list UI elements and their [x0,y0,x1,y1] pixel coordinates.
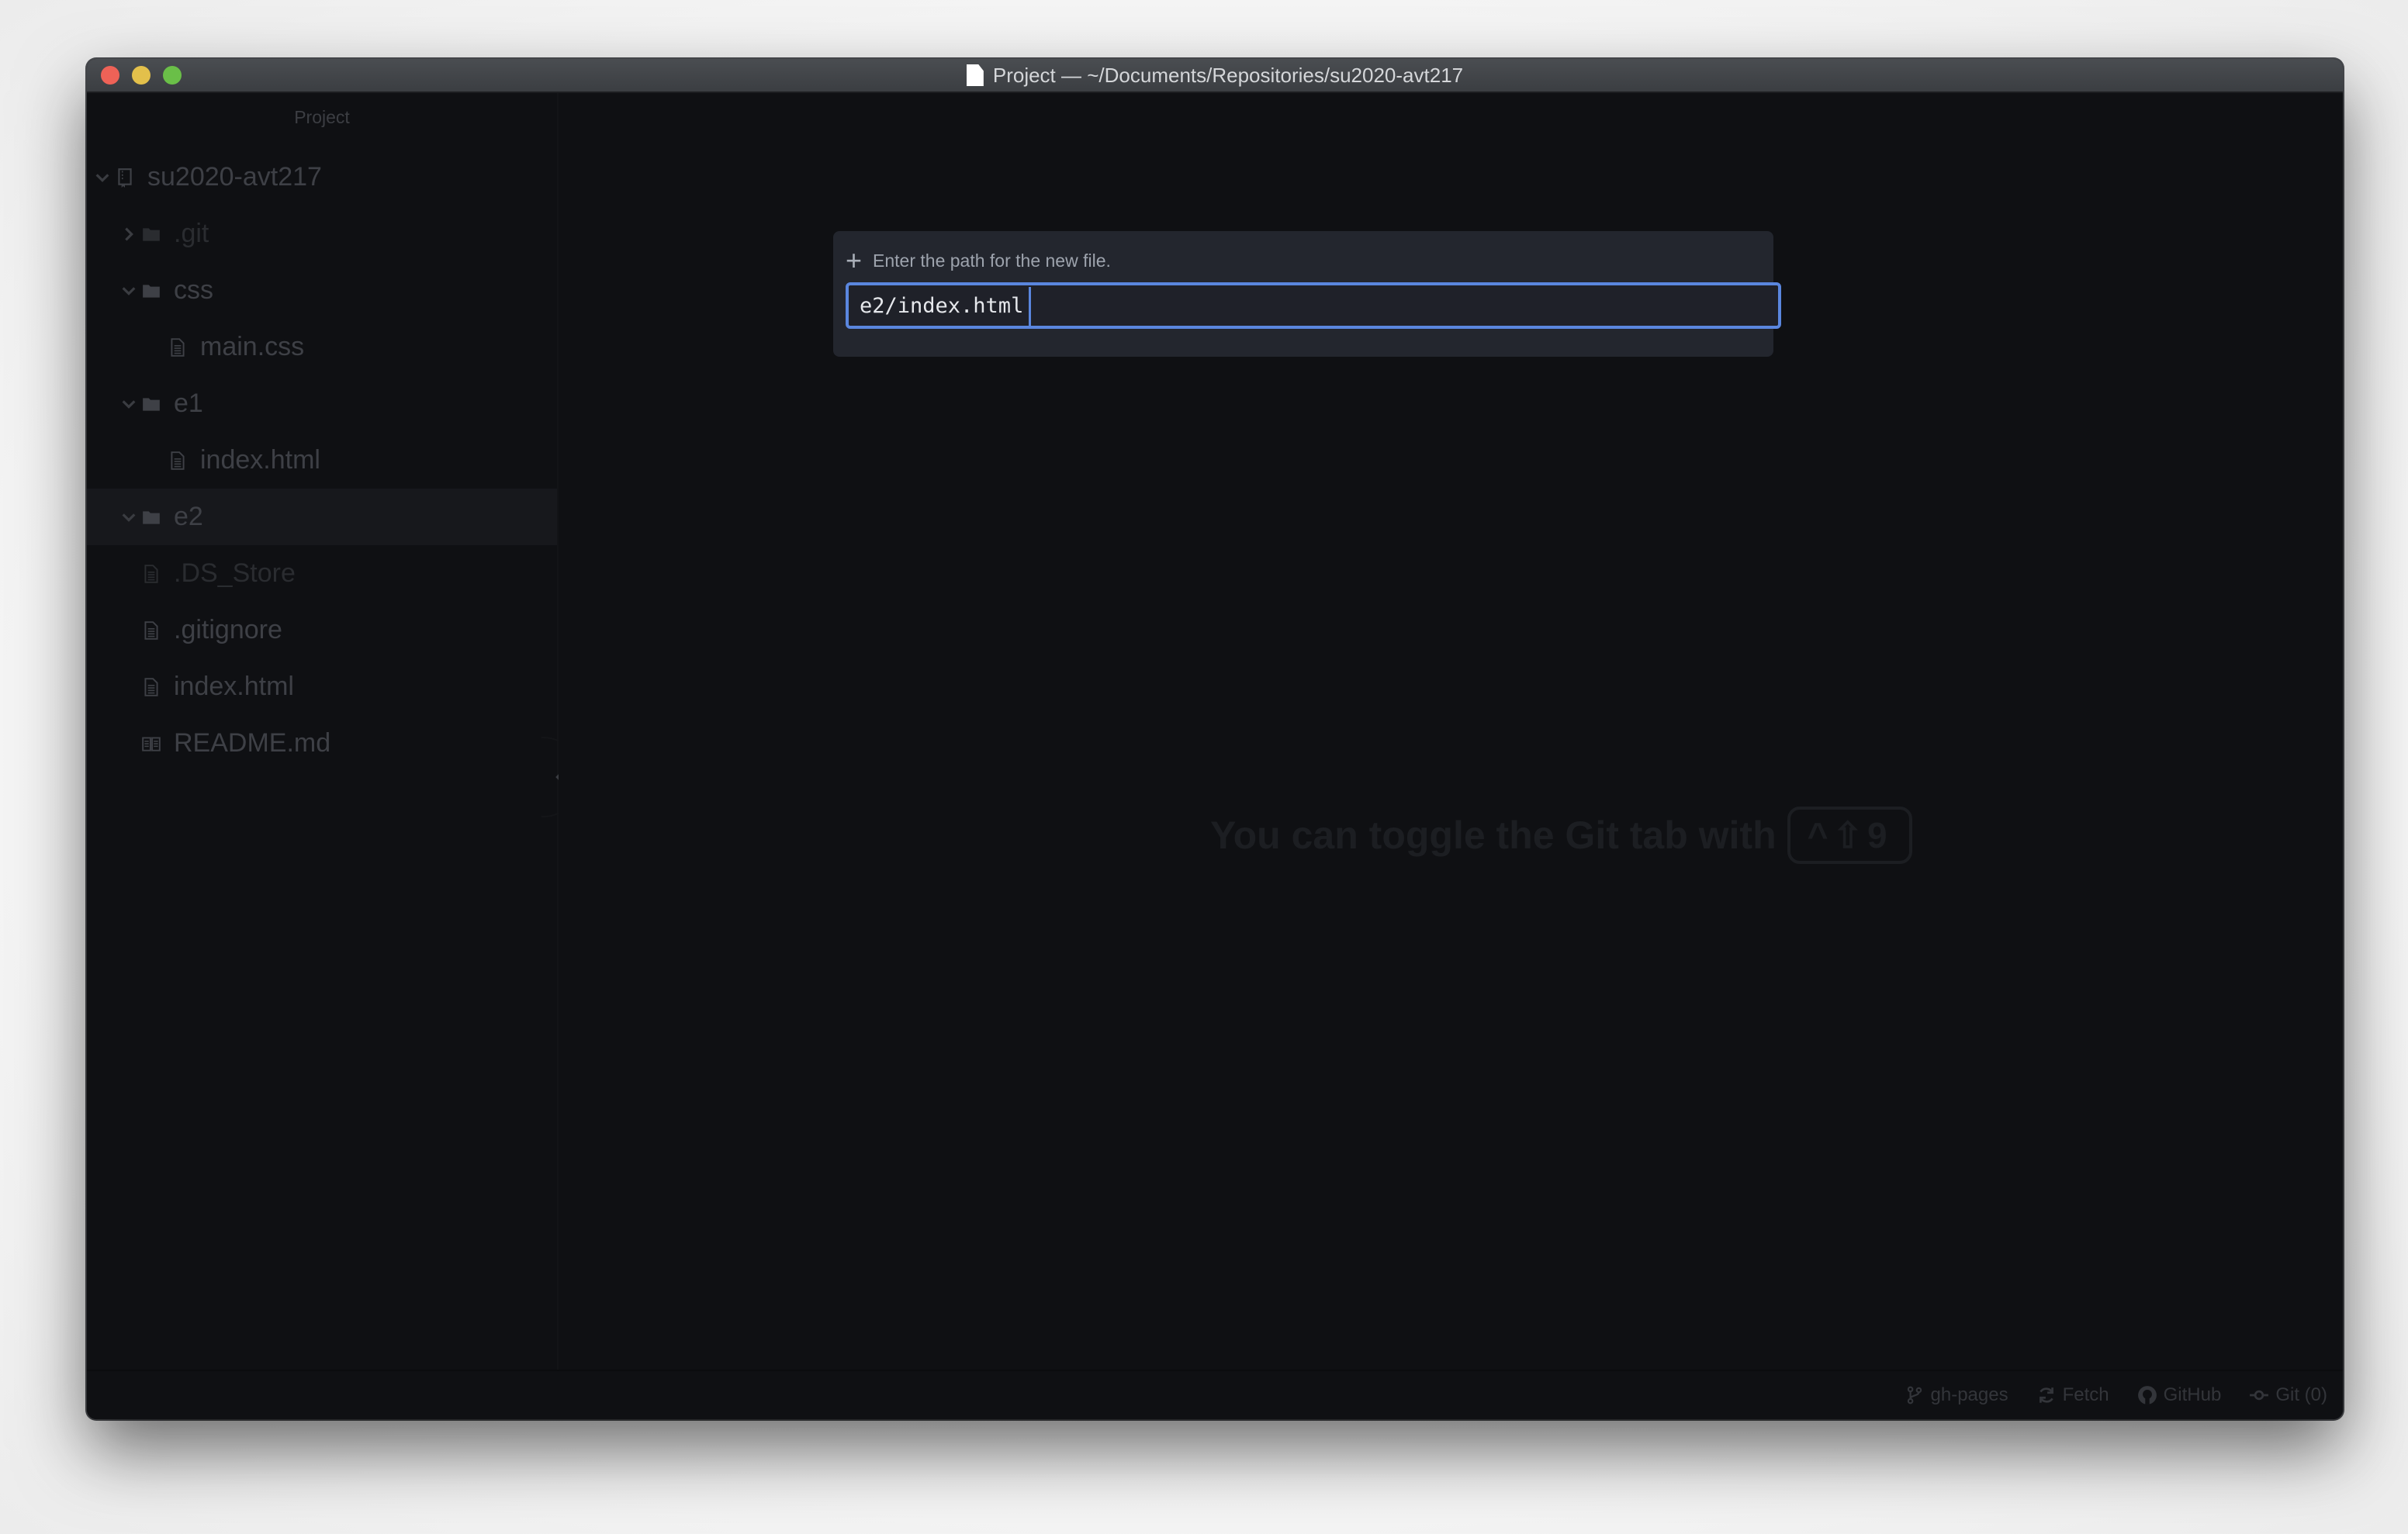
window-title: Project — ~/Documents/Repositories/su202… [87,59,2343,92]
fetch-button[interactable]: Fetch [2036,1384,2109,1406]
git-tab-button[interactable]: Git (0) [2249,1384,2327,1406]
github-icon [2137,1386,2157,1404]
book-icon [138,734,164,754]
file-text-icon [138,564,164,584]
tree-folder-item[interactable]: e2 [87,489,557,545]
tree-item-label: README.md [174,728,331,758]
file-text-icon [138,677,164,697]
folder-icon [138,224,164,244]
sidebar-header[interactable]: Project [87,93,557,141]
tree-item-label: index.html [200,445,320,475]
tree-item-label: .gitignore [174,615,282,644]
new-file-prompt: + Enter the path for the new file. [846,247,1111,275]
chevron-down-icon[interactable] [93,169,112,186]
file-text-icon [164,451,191,471]
editor-area: + Enter the path for the new file. You c… [559,93,2343,1371]
tree-item-label: main.css [200,332,305,361]
window-title-text: Project — ~/Documents/Repositories/su202… [992,63,1464,87]
git-commit-icon [2250,1390,2269,1401]
tree-folder-item[interactable]: e1 [87,375,557,432]
tree-folder-item[interactable]: .git [87,206,557,262]
project-sidebar: Project su2020-avt217 .git css main.css e1 in… [87,93,582,1371]
tree-file-item[interactable]: index.html [87,658,557,715]
git-toggle-hint: You can toggle the Git tab with ^⇧9 [1210,807,1912,864]
folder-icon [138,394,164,414]
tree-file-item[interactable]: .gitignore [87,602,557,658]
new-file-prompt-text: Enter the path for the new file. [873,250,1111,271]
git-label: Git (0) [2275,1384,2327,1405]
tree-item-label: index.html [174,672,294,701]
file-text-icon [164,337,191,358]
tree-file-item[interactable]: README.md [87,715,557,772]
fetch-label: Fetch [2062,1384,2109,1405]
title-bar: Project — ~/Documents/Repositories/su202… [87,59,2343,93]
chevron-right-icon[interactable] [119,226,138,243]
sync-icon [2039,1387,2053,1403]
tree-file-item[interactable]: index.html [87,432,557,489]
text-caret [1029,287,1031,326]
file-tree: su2020-avt217 .git css main.css e1 index.html… [87,149,557,772]
tree-item-label: e2 [174,502,203,531]
tree-item-label: .DS_Store [174,558,296,588]
document-icon [966,64,984,86]
status-bar: gh-pages Fetch GitHub Git (0) [87,1370,2343,1419]
tree-item-label: e1 [174,389,203,418]
repo-icon [112,168,138,188]
app-window: Project — ~/Documents/Repositories/su202… [87,59,2343,1419]
branch-button[interactable]: gh-pages [1905,1384,2008,1406]
git-branch-icon [1907,1386,1922,1404]
github-tab-button[interactable]: GitHub [2137,1384,2222,1406]
tree-file-item[interactable]: main.css [87,319,557,375]
new-file-path-input[interactable] [846,282,1781,329]
tree-folder-item[interactable]: su2020-avt217 [87,149,557,206]
github-label: GitHub [2163,1384,2222,1405]
tree-folder-item[interactable]: css [87,262,557,319]
tree-file-item[interactable]: .DS_Store [87,545,557,602]
chevron-down-icon[interactable] [119,396,138,413]
tree-item-label: .git [174,219,209,248]
new-file-dialog: + Enter the path for the new file. [833,231,1781,357]
chevron-down-icon[interactable] [119,509,138,526]
file-text-icon [138,620,164,641]
folder-icon [138,281,164,301]
folder-icon [138,507,164,527]
branch-label: gh-pages [1930,1384,2008,1405]
keyboard-shortcut: ^⇧9 [1787,807,1912,864]
tree-item-label: su2020-avt217 [147,162,322,192]
tree-item-label: css [174,275,213,305]
chevron-down-icon[interactable] [119,282,138,299]
git-toggle-hint-text: You can toggle the Git tab with [1210,814,1777,857]
plus-icon: + [846,244,863,276]
